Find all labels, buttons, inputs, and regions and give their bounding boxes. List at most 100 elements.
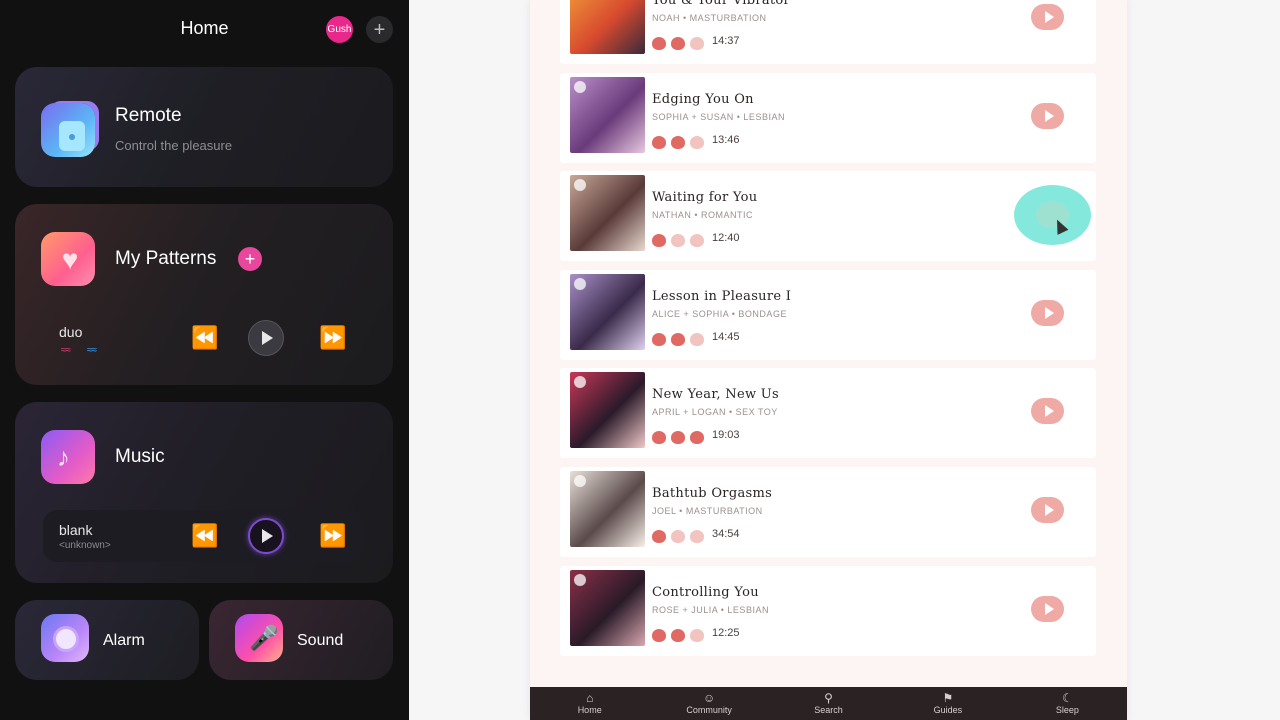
gush-avatar-badge[interactable]: Gush bbox=[326, 16, 353, 43]
home-icon: ⌂ bbox=[586, 691, 594, 705]
music-artist: <unknown> bbox=[59, 540, 111, 551]
nav-label: Search bbox=[814, 705, 843, 715]
pattern-name: duo bbox=[59, 324, 83, 340]
story-play-button[interactable] bbox=[1031, 102, 1064, 129]
remote-card[interactable]: Remote Control the pleasure bbox=[15, 67, 393, 187]
bottom-navigation: ⌂ Home ☺ Community ⚲ Search ⚑ Guides ☾ S… bbox=[530, 687, 1127, 720]
story-title: Edging You On bbox=[652, 91, 754, 107]
play-icon bbox=[1044, 11, 1054, 23]
rewind-icon[interactable]: ⏪ bbox=[191, 327, 218, 349]
peach-rating-icon bbox=[671, 234, 685, 248]
pattern-play-button[interactable] bbox=[248, 320, 284, 356]
fast-forward-icon[interactable]: ⏩ bbox=[319, 525, 346, 547]
story-card[interactable]: Edging You On SOPHIA + SUSAN • LESBIAN 13:… bbox=[560, 72, 1096, 163]
peach-rating-icon bbox=[671, 431, 685, 445]
thumbnail-badge-icon bbox=[574, 277, 586, 290]
story-play-button[interactable] bbox=[1031, 497, 1064, 523]
story-title: You & Your Vibrator bbox=[652, 0, 791, 8]
play-icon bbox=[262, 529, 273, 543]
peach-rating-icon bbox=[690, 234, 704, 248]
story-thumbnail bbox=[570, 471, 645, 547]
story-meta: JOEL • MASTURBATION bbox=[652, 506, 763, 516]
search-icon: ⚲ bbox=[824, 691, 833, 705]
peach-rating-icon bbox=[690, 431, 704, 445]
play-icon bbox=[1044, 504, 1054, 516]
story-card[interactable]: New Year, New Us APRIL + LOGAN • SEX TOY 1… bbox=[560, 368, 1096, 459]
story-play-button[interactable] bbox=[1031, 299, 1064, 326]
play-icon bbox=[1044, 405, 1054, 418]
story-thumbnail bbox=[570, 273, 645, 350]
story-card[interactable]: Waiting for You NATHAN • ROMANTIC 12:40 bbox=[560, 171, 1096, 262]
nav-search[interactable]: ⚲ Search bbox=[769, 687, 888, 720]
story-card[interactable]: You & Your Vibrator NOAH • MASTURBATION 14… bbox=[560, 0, 1096, 64]
peach-rating-icon bbox=[671, 530, 685, 543]
peach-rating-icon bbox=[652, 37, 666, 50]
story-title: Waiting for You bbox=[652, 190, 758, 206]
nav-label: Guides bbox=[933, 705, 963, 715]
story-play-button[interactable] bbox=[1031, 595, 1064, 622]
sound-card[interactable]: 🎤 Sound bbox=[209, 600, 393, 680]
heat-rating bbox=[652, 332, 704, 346]
fast-forward-icon[interactable]: ⏩ bbox=[319, 327, 346, 349]
rewind-icon[interactable]: ⏪ bbox=[191, 525, 218, 547]
story-duration: 13:46 bbox=[712, 133, 740, 146]
control-panel: Home Gush + Remote Control the pleasure … bbox=[0, 0, 409, 720]
sound-title: Sound bbox=[297, 632, 344, 649]
nav-sleep[interactable]: ☾ Sleep bbox=[1008, 687, 1127, 720]
story-play-button-hover[interactable] bbox=[1014, 185, 1091, 246]
peach-rating-icon bbox=[652, 332, 666, 346]
alarm-card[interactable]: Alarm bbox=[15, 600, 199, 680]
story-meta: SOPHIA + SUSAN • LESBIAN bbox=[652, 111, 785, 122]
peach-rating-icon bbox=[690, 530, 704, 543]
thumbnail-badge-icon bbox=[574, 573, 586, 586]
remote-title: Remote bbox=[115, 105, 182, 126]
story-card[interactable]: Controlling You ROSE + JULIA • LESBIAN 12:… bbox=[560, 565, 1096, 656]
wave-pink-icon: ≈≈ bbox=[61, 345, 71, 356]
heart-pulse-icon: ♥ bbox=[41, 232, 95, 286]
story-meta: APRIL + LOGAN • SEX TOY bbox=[652, 407, 778, 418]
community-icon: ☺ bbox=[702, 691, 716, 705]
story-play-button[interactable] bbox=[1031, 4, 1064, 30]
story-title: New Year, New Us bbox=[652, 387, 780, 403]
peach-rating-icon bbox=[671, 37, 685, 50]
peach-rating-icon bbox=[690, 37, 704, 50]
story-thumbnail bbox=[570, 569, 645, 646]
story-card[interactable]: Bathtub Orgasms JOEL • MASTURBATION 34:54 bbox=[560, 467, 1096, 557]
story-duration: 34:54 bbox=[712, 528, 740, 540]
nav-home[interactable]: ⌂ Home bbox=[530, 687, 649, 720]
story-meta: NATHAN • ROMANTIC bbox=[652, 210, 753, 221]
my-patterns-card[interactable]: ♥ My Patterns + duo ≈≈ ≈≈ ⏪ ⏩ bbox=[15, 204, 393, 385]
story-card[interactable]: Lesson in Pleasure I ALICE + SOPHIA • BON… bbox=[560, 269, 1096, 360]
peach-rating-icon bbox=[652, 234, 666, 248]
play-icon bbox=[1044, 109, 1054, 122]
music-play-button[interactable] bbox=[248, 518, 284, 554]
play-icon bbox=[1044, 602, 1054, 615]
peach-rating-icon bbox=[690, 628, 704, 642]
story-duration: 19:03 bbox=[712, 429, 740, 442]
thumbnail-badge-icon bbox=[574, 179, 586, 192]
add-pattern-button[interactable]: + bbox=[238, 247, 262, 271]
story-play-button[interactable] bbox=[1031, 398, 1064, 425]
heat-rating bbox=[652, 135, 704, 149]
nav-guides[interactable]: ⚑ Guides bbox=[888, 687, 1007, 720]
remote-icon bbox=[41, 103, 95, 157]
my-patterns-title: My Patterns bbox=[115, 248, 217, 269]
play-icon bbox=[262, 331, 273, 345]
peach-rating-icon bbox=[690, 135, 704, 149]
thumbnail-badge-icon bbox=[574, 376, 586, 389]
music-player: blank <unknown> ⏪ ⏩ bbox=[43, 510, 365, 562]
sleep-icon: ☾ bbox=[1061, 691, 1073, 705]
story-meta: ROSE + JULIA • LESBIAN bbox=[652, 604, 769, 615]
music-title: Music bbox=[115, 446, 165, 467]
story-title: Lesson in Pleasure I bbox=[652, 288, 792, 304]
music-card[interactable]: ♪ Music blank <unknown> ⏪ ⏩ bbox=[15, 402, 393, 583]
add-button[interactable]: + bbox=[366, 16, 393, 43]
microphone-icon: 🎤 bbox=[235, 614, 283, 662]
pattern-player: duo ≈≈ ≈≈ ⏪ ⏩ bbox=[43, 312, 365, 364]
story-meta: NOAH • MASTURBATION bbox=[652, 13, 767, 23]
nav-label: Home bbox=[577, 705, 602, 715]
heat-rating bbox=[652, 628, 704, 642]
music-note-icon: ♪ bbox=[41, 430, 95, 484]
story-duration: 14:45 bbox=[712, 330, 740, 343]
nav-community[interactable]: ☺ Community bbox=[649, 687, 768, 720]
